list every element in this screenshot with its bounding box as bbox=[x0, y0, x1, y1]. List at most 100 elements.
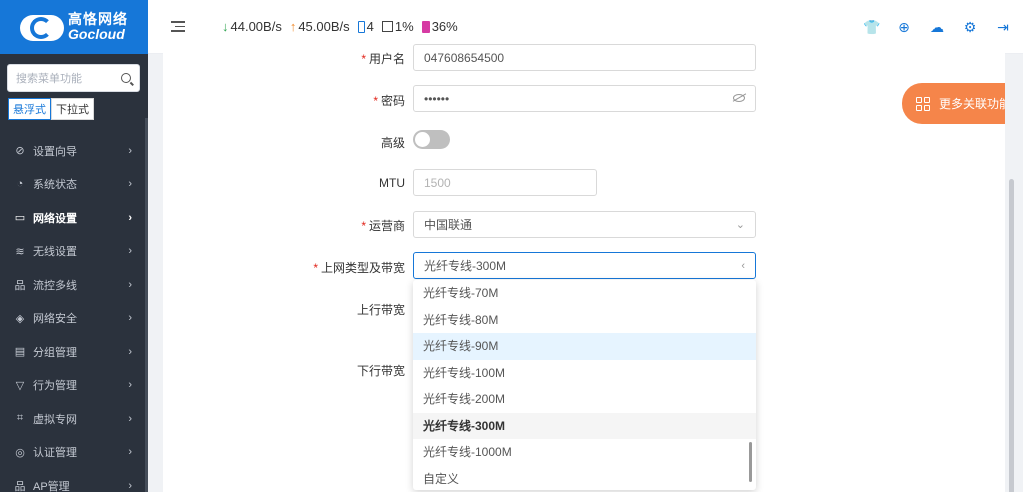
grid-icon bbox=[916, 96, 930, 111]
password-label: * 密码 bbox=[373, 94, 405, 108]
sidebar-item-security[interactable]: ◈ 网络安全 › bbox=[0, 302, 148, 336]
menu-mode-toggle: 悬浮式 下拉式 bbox=[8, 98, 148, 120]
chevron-left-icon: ‹ bbox=[741, 259, 745, 272]
upstream-label: 上行带宽 bbox=[356, 303, 405, 317]
brand-name-en: Gocloud bbox=[68, 26, 125, 42]
status-stats: ↓ 44.00B/s ↑ 45.00B/s 4 1% 36% bbox=[222, 19, 462, 34]
sidebar-menu: ⊘ 设置向导 › ◔ 系统状态 › ▭ 网络设置 › ≋ 无线设置 › 品 流控… bbox=[0, 134, 148, 492]
wifi-icon: ≋ bbox=[15, 245, 25, 258]
menu-collapse-icon[interactable] bbox=[171, 21, 185, 32]
cpu-usage: 1% bbox=[394, 19, 414, 34]
bandwidth-value: 光纤专线-300M bbox=[424, 259, 507, 273]
menu-search-input[interactable]: 搜索菜单功能 bbox=[7, 64, 140, 92]
dropdown-option-hovered[interactable]: 光纤专线-90M bbox=[413, 333, 756, 360]
search-icon[interactable] bbox=[121, 73, 131, 83]
downstream-label: 下行带宽 bbox=[356, 364, 405, 378]
topbar-actions: 👕 ⊕ ☁ ⚙ ⇥ bbox=[863, 19, 1011, 35]
gauge-icon: ◔ bbox=[16, 178, 24, 191]
monitor-icon: ▭ bbox=[14, 212, 26, 225]
sidebar-item-behavior[interactable]: ▽ 行为管理 › bbox=[0, 369, 148, 403]
password-value: •••••• bbox=[424, 91, 450, 106]
download-arrow-icon: ↓ bbox=[222, 19, 229, 34]
cpu-icon bbox=[381, 21, 393, 32]
sidebar-item-label: 认证管理 bbox=[33, 447, 77, 460]
mtu-field[interactable]: 1500 bbox=[413, 169, 597, 196]
sidebar-item-ap[interactable]: 品 AP管理 › bbox=[0, 469, 148, 492]
advanced-label: 高级 bbox=[380, 136, 405, 150]
chevron-right-icon: › bbox=[128, 144, 132, 157]
dropdown-option[interactable]: 光纤专线-1000M bbox=[413, 439, 756, 466]
sidebar-item-flow-control[interactable]: 品 流控多线 › bbox=[0, 268, 148, 302]
chevron-right-icon: › bbox=[128, 345, 132, 358]
sidebar-item-label: 分组管理 bbox=[33, 346, 77, 359]
dropdown-scrollbar[interactable] bbox=[749, 442, 752, 482]
list-icon: ▤ bbox=[14, 346, 26, 359]
username-label: * 用户名 bbox=[361, 52, 405, 66]
chevron-down-icon: ⌄ bbox=[735, 219, 745, 231]
mode-floating-button[interactable]: 悬浮式 bbox=[8, 98, 51, 120]
dropdown-option[interactable]: 光纤专线-100M bbox=[413, 360, 756, 387]
chevron-right-icon: › bbox=[128, 178, 132, 191]
password-field[interactable]: •••••• bbox=[413, 85, 756, 112]
mtu-label: MTU bbox=[379, 176, 405, 190]
mtu-placeholder: 1500 bbox=[424, 175, 451, 190]
dropdown-option[interactable]: 自定义 bbox=[413, 466, 756, 491]
sidebar-item-wireless[interactable]: ≋ 无线设置 › bbox=[0, 235, 148, 269]
chevron-right-icon: › bbox=[128, 412, 132, 425]
shield-icon: ◈ bbox=[15, 312, 25, 325]
memory-icon bbox=[421, 20, 430, 33]
sidebar-item-label: 虚拟专网 bbox=[33, 413, 77, 426]
upload-arrow-icon: ↑ bbox=[289, 19, 297, 34]
bandwidth-select[interactable]: 光纤专线-300M ‹ bbox=[413, 252, 756, 279]
isp-label: * 运营商 bbox=[361, 219, 405, 233]
isp-select[interactable]: 中国联通 ⌄ bbox=[413, 211, 756, 238]
sidebar-item-groups[interactable]: ▤ 分组管理 › bbox=[0, 335, 148, 369]
compass-icon: ⊘ bbox=[15, 145, 25, 158]
dropdown-option[interactable]: 光纤专线-80M bbox=[413, 307, 756, 334]
network-icon: 品 bbox=[14, 279, 26, 292]
username-field[interactable]: 047608654500 bbox=[413, 44, 756, 71]
download-speed: 44.00B/s bbox=[230, 19, 282, 34]
username-value: 047608654500 bbox=[424, 50, 505, 65]
shirt-icon[interactable]: 👕 bbox=[863, 19, 880, 35]
chevron-right-icon: › bbox=[128, 379, 132, 392]
chevron-right-icon: › bbox=[128, 245, 132, 258]
sidebar-item-label: AP管理 bbox=[33, 480, 70, 492]
dropdown-option[interactable]: 光纤专线-200M bbox=[413, 386, 756, 413]
sidebar-item-setup-wizard[interactable]: ⊘ 设置向导 › bbox=[0, 134, 148, 168]
sidebar-item-network-settings[interactable]: ▭ 网络设置 › bbox=[0, 201, 148, 235]
sidebar-item-label: 流控多线 bbox=[33, 279, 77, 292]
menu-search-placeholder: 搜索菜单功能 bbox=[16, 73, 82, 85]
chevron-right-icon: › bbox=[128, 446, 132, 459]
advanced-toggle[interactable] bbox=[413, 130, 450, 149]
dropdown-option[interactable]: 光纤专线-70M bbox=[413, 280, 756, 307]
upload-speed: 45.00B/s bbox=[298, 19, 350, 34]
mode-dropdown-button[interactable]: 下拉式 bbox=[51, 98, 94, 120]
gocloud-logo-icon bbox=[20, 11, 64, 43]
sidebar-item-system-status[interactable]: ◔ 系统状态 › bbox=[0, 168, 148, 202]
brand-logo[interactable]: 高恪网络 Gocloud bbox=[0, 0, 148, 54]
sidebar-item-auth[interactable]: ◎ 认证管理 › bbox=[0, 436, 148, 470]
chevron-right-icon: › bbox=[128, 479, 132, 492]
sidebar-item-vpn[interactable]: ⌗ 虚拟专网 › bbox=[0, 402, 148, 436]
sidebar-scrollbar[interactable] bbox=[145, 118, 148, 492]
eye-off-icon[interactable] bbox=[733, 93, 745, 105]
globe-icon[interactable]: ⊕ bbox=[896, 19, 912, 35]
logout-icon[interactable]: ⇥ bbox=[995, 19, 1011, 35]
sidebar: 高恪网络 Gocloud 搜索菜单功能 悬浮式 下拉式 ⊘ 设置向导 › ◔ 系… bbox=[0, 0, 148, 492]
isp-value: 中国联通 bbox=[424, 218, 473, 232]
gear-icon[interactable]: ⚙ bbox=[962, 19, 978, 35]
brand-name-cn: 高恪网络 bbox=[68, 11, 128, 28]
chevron-right-icon: › bbox=[128, 211, 132, 224]
sidebar-item-label: 无线设置 bbox=[33, 246, 77, 259]
sidebar-item-label: 网络设置 bbox=[33, 212, 77, 225]
cloud-upload-icon[interactable]: ☁ bbox=[929, 19, 945, 35]
vpn-icon: ⌗ bbox=[16, 412, 24, 425]
bandwidth-dropdown: 光纤专线-70M 光纤专线-80M 光纤专线-90M 光纤专线-100M 光纤专… bbox=[413, 280, 756, 490]
more-functions-label: 更多关联功能 bbox=[939, 97, 1012, 111]
main-scrollbar[interactable] bbox=[1005, 54, 1023, 492]
sidebar-item-label: 网络安全 bbox=[33, 313, 77, 326]
dropdown-option-selected[interactable]: 光纤专线-300M bbox=[413, 412, 756, 439]
sidebar-item-label: 系统状态 bbox=[33, 179, 77, 192]
chevron-right-icon: › bbox=[128, 312, 132, 325]
